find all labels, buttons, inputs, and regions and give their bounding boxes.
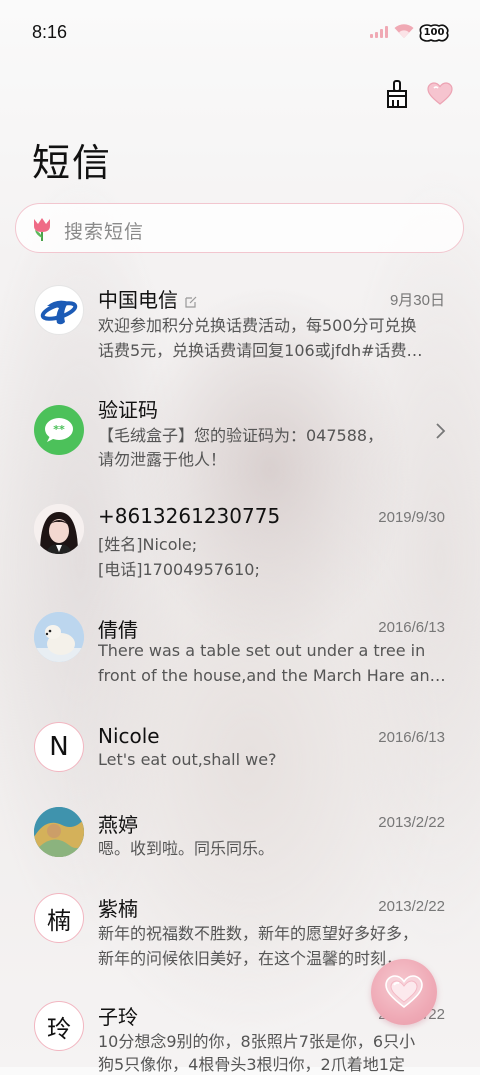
conversation-item[interactable]: 倩倩 2016/6/13 There was a table set out u…: [0, 606, 480, 701]
china-telecom-logo-icon: [40, 300, 78, 325]
message-date: 9月30日: [389, 292, 445, 309]
message-preview-line: 嗯。收到啦。同乐同乐。: [98, 839, 275, 858]
avatar: [34, 807, 84, 857]
avatar: 楠: [34, 893, 84, 943]
conversation-item[interactable]: N Nicole 2016/6/13 Let's eat out,shall w…: [0, 716, 480, 791]
avatar: [34, 504, 84, 554]
contact-name: Nicole: [98, 724, 160, 748]
message-preview-line: 话费5元，兑换话费请回复106或jfdh#话费…: [98, 341, 423, 360]
contact-name: 燕婷: [98, 813, 138, 837]
contact-name: 子玲: [98, 1005, 138, 1029]
contact-name: 中国电信: [98, 284, 198, 313]
edit-icon: [185, 296, 197, 308]
search-bar[interactable]: 搜索短信: [15, 203, 464, 253]
message-date: 2013/2/22: [378, 814, 445, 831]
message-bubble-icon: **: [45, 418, 73, 442]
avatar: **: [34, 405, 84, 455]
message-preview-line: 欢迎参加积分兑换话费活动，每500分可兑换: [98, 316, 417, 335]
tulip-icon: [34, 218, 50, 241]
message-preview-line: 10分想念9别的你，8张照片7张是你，6只小: [98, 1032, 416, 1051]
contact-name: +8613261230775: [98, 504, 281, 528]
avatar: [34, 285, 84, 335]
battery-level: 100: [423, 27, 445, 38]
message-date: 2013/2/22: [378, 898, 445, 915]
avatar: [34, 612, 84, 662]
message-preview-line: 请勿泄露于他人！: [98, 450, 227, 469]
landscape-avatar: [34, 807, 84, 857]
conversation-item[interactable]: ** 验证码 【毛绒盒子】您的验证码为：047588， 请勿泄露于他人！: [0, 386, 480, 481]
heart-icon: [385, 975, 423, 1009]
compose-button[interactable]: [371, 959, 437, 1025]
avatar-photo: [34, 504, 84, 554]
message-preview-line: front of the house,and the March Hare an…: [98, 666, 446, 685]
message-preview-line: 【毛绒盒子】您的验证码为：047588，: [98, 426, 384, 445]
conversation-item[interactable]: 中国电信 9月30日 欢迎参加积分兑换话费活动，每500分可兑换 话费5元，兑换…: [0, 276, 480, 371]
contact-name: 紫楠: [98, 897, 138, 921]
message-preview-line: There was a table set out under a tree i…: [98, 641, 426, 660]
message-preview-line: Let's eat out,shall we?: [98, 750, 277, 769]
contact-name: 倩倩: [98, 618, 138, 642]
wifi-icon: [394, 24, 414, 38]
message-preview-line: 狗5只像你，4根骨头3根归你，2爪着地1定: [98, 1055, 405, 1074]
clean-button[interactable]: [381, 78, 413, 110]
message-preview-line: [电话]17004957610;: [98, 560, 260, 579]
theme-button[interactable]: [424, 78, 456, 110]
conversation-item[interactable]: +8613261230775 2019/9/30 [姓名]Nicole; [电话…: [0, 496, 480, 591]
svg-text:**: **: [53, 423, 65, 436]
message-date: 2016/6/13: [378, 619, 445, 636]
broom-icon: [387, 80, 407, 108]
contact-name: 验证码: [98, 398, 158, 422]
status-time: 8:16: [32, 22, 68, 42]
battery-icon: 100: [419, 24, 449, 42]
message-date: 2019/9/30: [378, 509, 445, 526]
search-placeholder: 搜索短信: [64, 221, 145, 243]
message-preview-line: [姓名]Nicole;: [98, 535, 198, 554]
polar-bear-avatar: [34, 612, 84, 662]
chevron-right-icon: [436, 423, 446, 439]
status-bar: 8:16 100: [0, 0, 480, 66]
page-title: 短信: [32, 141, 113, 185]
avatar: N: [34, 722, 84, 772]
conversation-item[interactable]: 燕婷 2013/2/22 嗯。收到啦。同乐同乐。: [0, 801, 480, 876]
message-preview-line: 新年的祝福数不胜数，新年的愿望好多好多，: [98, 924, 419, 943]
avatar: 玲: [34, 1001, 84, 1051]
heart-icon: [427, 82, 453, 105]
message-date: 2016/6/13: [378, 729, 445, 746]
signal-icon: [370, 26, 388, 38]
